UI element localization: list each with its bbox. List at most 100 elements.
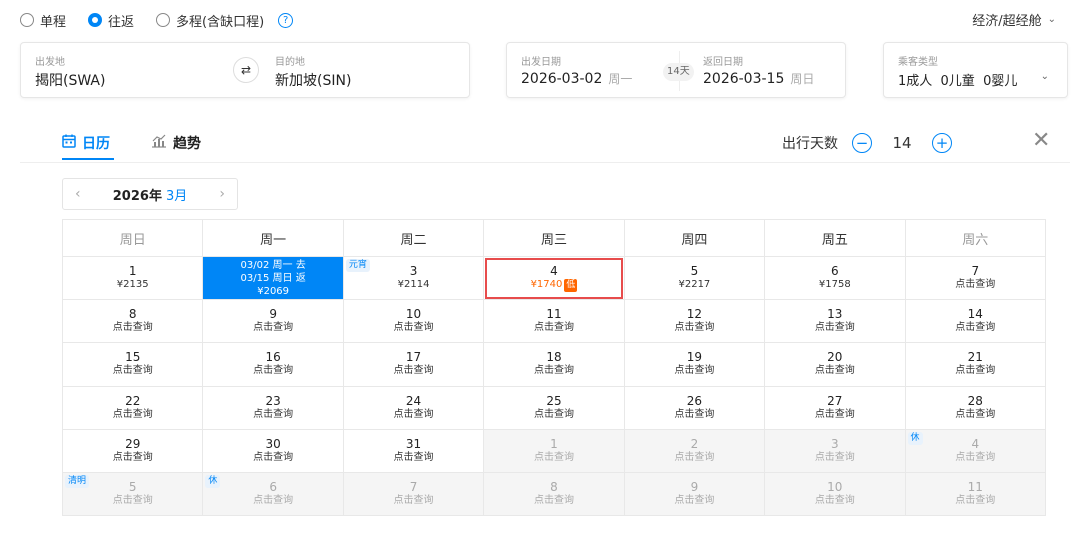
calendar-day-cell[interactable]: 16 点击查询	[202, 342, 344, 387]
calendar-day-cell[interactable]: 3 点击查询	[764, 428, 906, 473]
trip-type-multi-city[interactable]: 多程(含缺口程)	[156, 11, 264, 30]
calendar-day-cell[interactable]: 11 点击查询	[904, 471, 1047, 517]
price-text: 点击查询	[253, 365, 294, 377]
calendar-day-cell[interactable]: 休 4 点击查询	[904, 428, 1047, 473]
day-number: 25	[546, 393, 562, 408]
chevron-left-icon[interactable]: ‹	[75, 186, 81, 202]
price-text: 点击查询	[674, 451, 715, 463]
calendar-day-cell[interactable]: 21 点击查询	[904, 342, 1047, 387]
calendar-day-cell[interactable]: 9 点击查询	[623, 471, 766, 517]
calendar-day-cell[interactable]: 22 点击查询	[61, 385, 204, 430]
day-price: 点击查询	[63, 321, 202, 335]
price-text: 点击查询	[112, 495, 153, 507]
calendar-day-cell[interactable]: 2 点击查询	[623, 428, 766, 473]
calendar-day-cell[interactable]: 5 ¥2217	[623, 255, 766, 301]
calendar-day-cell[interactable]: 28 点击查询	[904, 385, 1047, 430]
weekday-label: 周五	[764, 219, 906, 257]
tab-indicator	[62, 158, 114, 160]
day-price: 点击查询	[765, 451, 904, 465]
calendar-day-cell[interactable]: 19 点击查询	[623, 342, 766, 387]
day-number: 29	[125, 436, 141, 451]
calendar-day-cell[interactable]: 1 ¥2135	[61, 255, 204, 301]
price-text: 点击查询	[533, 322, 574, 334]
calendar-day-cell[interactable]: 23 点击查询	[202, 385, 344, 430]
calendar-day-cell[interactable]: 9 点击查询	[202, 299, 344, 344]
origin-field[interactable]: 揭阳(SWA)	[35, 70, 105, 90]
price-text: 点击查询	[393, 451, 434, 463]
day-price: 点击查询	[203, 364, 342, 378]
price-text: 点击查询	[814, 408, 855, 420]
day-number: 30	[265, 436, 281, 451]
return-date-field[interactable]: 2026-03-15 周日	[703, 70, 814, 87]
calendar-day-cell[interactable]: 24 点击查询	[342, 385, 485, 430]
selected-trip-info: ¥2069	[257, 285, 290, 297]
day-price: 点击查询	[484, 494, 623, 508]
destination-label: 目的地	[275, 57, 305, 68]
radio-checked-icon	[88, 13, 103, 27]
calendar-day-cell[interactable]: 27 点击查询	[764, 385, 906, 430]
calendar-day-cell[interactable]: 17 点击查询	[342, 342, 485, 387]
selected-trip-info: 03/15 周日 返	[240, 272, 306, 284]
calendar-day-cell[interactable]: 7 点击查询	[904, 255, 1047, 301]
price-text: 点击查询	[112, 365, 153, 377]
calendar-day-cell[interactable]: 25 点击查询	[483, 385, 625, 430]
calendar-day-cell[interactable]: 29 点击查询	[61, 428, 204, 473]
tab-calendar[interactable]: 日历	[62, 133, 110, 153]
calendar-day-cell[interactable]: 31 点击查询	[342, 428, 485, 473]
radio-icon	[156, 13, 171, 27]
help-icon[interactable]: ?	[278, 12, 294, 28]
day-price: ¥1740 低	[484, 278, 623, 293]
calendar-week-row: 22 点击查询 23 点击查询 24 点击查询 25 点击查询 26 点击查询 27 点击查询 28 点击…	[61, 385, 1047, 430]
passenger-select[interactable]: 乘客类型 1成人 0儿童 0婴儿 ⌄	[883, 42, 1068, 98]
calendar-day-cell[interactable]: 30 点击查询	[202, 428, 344, 473]
day-price: 点击查询	[203, 321, 342, 335]
calendar-day-cell[interactable]: 10 点击查询	[342, 299, 485, 344]
tab-trend[interactable]: 趋势	[151, 133, 201, 153]
calendar-day-cell[interactable]: 14 点击查询	[904, 299, 1047, 344]
swap-icon[interactable]: ⇄	[233, 57, 259, 83]
price-text: ¥1740	[530, 279, 563, 291]
calendar-day-cell[interactable]: 4 ¥1740 低	[483, 255, 625, 301]
day-number: 9	[269, 307, 277, 322]
trip-type-one-way[interactable]: 单程	[20, 11, 66, 30]
calendar-day-cell[interactable]: 1 点击查询	[483, 428, 625, 473]
calendar-day-cell[interactable]: 8 点击查询	[61, 299, 204, 344]
calendar-day-cell[interactable]: 清明 5 点击查询	[61, 471, 204, 517]
minus-button[interactable]: −	[852, 133, 872, 153]
calendar-day-cell[interactable]: 休 6 点击查询	[202, 471, 344, 517]
price-text: 点击查询	[112, 322, 153, 334]
price-text: 点击查询	[253, 495, 294, 507]
price-text: ¥2135	[116, 279, 149, 291]
price-text: 点击查询	[393, 495, 434, 507]
calendar-day-cell[interactable]: 8 点击查询	[483, 471, 625, 517]
tab-label: 日历	[82, 136, 110, 152]
trip-type-round-trip[interactable]: 往返	[88, 11, 134, 30]
day-number: 10	[827, 480, 843, 495]
price-text: ¥1758	[818, 279, 851, 291]
calendar-day-cell[interactable]: 03/02 周一 去 03/15 周日 返 ¥2069	[202, 255, 344, 301]
calendar-day-cell[interactable]: 18 点击查询	[483, 342, 625, 387]
price-text: 点击查询	[533, 408, 574, 420]
calendar-day-cell[interactable]: 10 点击查询	[764, 471, 906, 517]
calendar-day-cell[interactable]: 12 点击查询	[623, 299, 766, 344]
calendar-day-cell[interactable]: 元宵 3 ¥2114	[342, 255, 485, 301]
calendar-day-cell[interactable]: 11 点击查询	[483, 299, 625, 344]
day-number: 4	[971, 436, 980, 451]
destination-field[interactable]: 新加坡(SIN)	[275, 70, 351, 90]
calendar-day-cell[interactable]: 6 ¥1758	[764, 255, 906, 301]
calendar-day-cell[interactable]: 15 点击查询	[61, 342, 204, 387]
depart-date-field[interactable]: 2026-03-02 周一	[521, 70, 632, 87]
plus-button[interactable]: +	[932, 133, 952, 153]
day-number: 5	[690, 264, 699, 279]
cabin-class-select[interactable]: 经济/超经舱 ⌄	[972, 10, 1056, 29]
calendar-day-cell[interactable]: 20 点击查询	[764, 342, 906, 387]
calendar-day-cell[interactable]: 26 点击查询	[623, 385, 766, 430]
holiday-tag: 清明	[65, 474, 90, 488]
travel-days-control: 出行天数 − 14 +	[782, 133, 952, 153]
chevron-right-icon[interactable]: ›	[219, 186, 225, 202]
day-price: 点击查询	[203, 408, 342, 422]
close-icon[interactable]: ✕	[1032, 130, 1050, 152]
day-price: 点击查询	[484, 451, 623, 465]
calendar-day-cell[interactable]: 7 点击查询	[342, 471, 485, 517]
calendar-day-cell[interactable]: 13 点击查询	[764, 299, 906, 344]
